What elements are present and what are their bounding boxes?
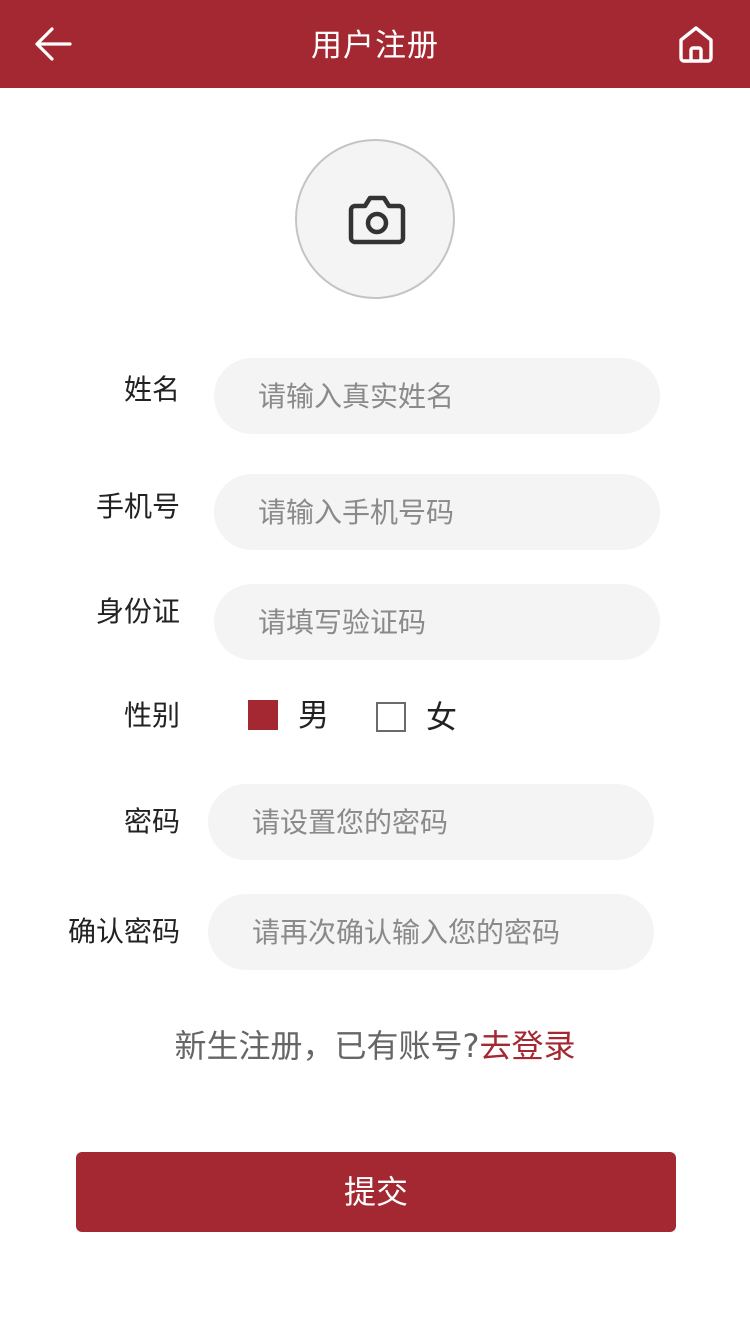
- password-input[interactable]: [208, 784, 654, 860]
- camera-icon: [348, 195, 406, 245]
- home-icon: [679, 26, 713, 63]
- phone-label: 手机号: [95, 490, 180, 523]
- gender-female-label[interactable]: 女: [426, 698, 457, 738]
- confirm-password-label: 确认密码: [67, 915, 180, 948]
- page-title: 用户注册: [311, 28, 439, 64]
- confirm-password-field: [208, 894, 654, 970]
- submit-button[interactable]: 提交: [76, 1152, 676, 1232]
- id-card-field: [214, 584, 660, 660]
- gender-male-checkbox[interactable]: [248, 700, 278, 730]
- id-card-label: 身份证: [95, 595, 180, 628]
- registration-page: 用户注册 姓名 手机号 身份证 性别 男 女 密码 确认密码: [0, 0, 750, 1334]
- go-login-link[interactable]: 去登录: [479, 1027, 575, 1065]
- avatar-upload[interactable]: [295, 139, 455, 299]
- name-label: 姓名: [123, 373, 180, 406]
- password-field: [208, 784, 654, 860]
- phone-field: [214, 474, 660, 550]
- name-input[interactable]: [214, 358, 660, 434]
- gender-label: 性别: [123, 699, 180, 732]
- login-prompt-text: 新生注册，已有账号?: [174, 1027, 480, 1065]
- gender-female-checkbox[interactable]: [376, 702, 406, 732]
- id-card-input[interactable]: [214, 584, 660, 660]
- name-field: [214, 358, 660, 434]
- home-button[interactable]: [674, 22, 718, 66]
- top-bar: 用户注册: [0, 0, 750, 88]
- phone-input[interactable]: [214, 474, 660, 550]
- gender-male-label[interactable]: 男: [298, 696, 329, 736]
- login-prompt: 新生注册，已有账号?去登录: [0, 1024, 750, 1068]
- confirm-password-input[interactable]: [208, 894, 654, 970]
- password-label: 密码: [123, 805, 180, 838]
